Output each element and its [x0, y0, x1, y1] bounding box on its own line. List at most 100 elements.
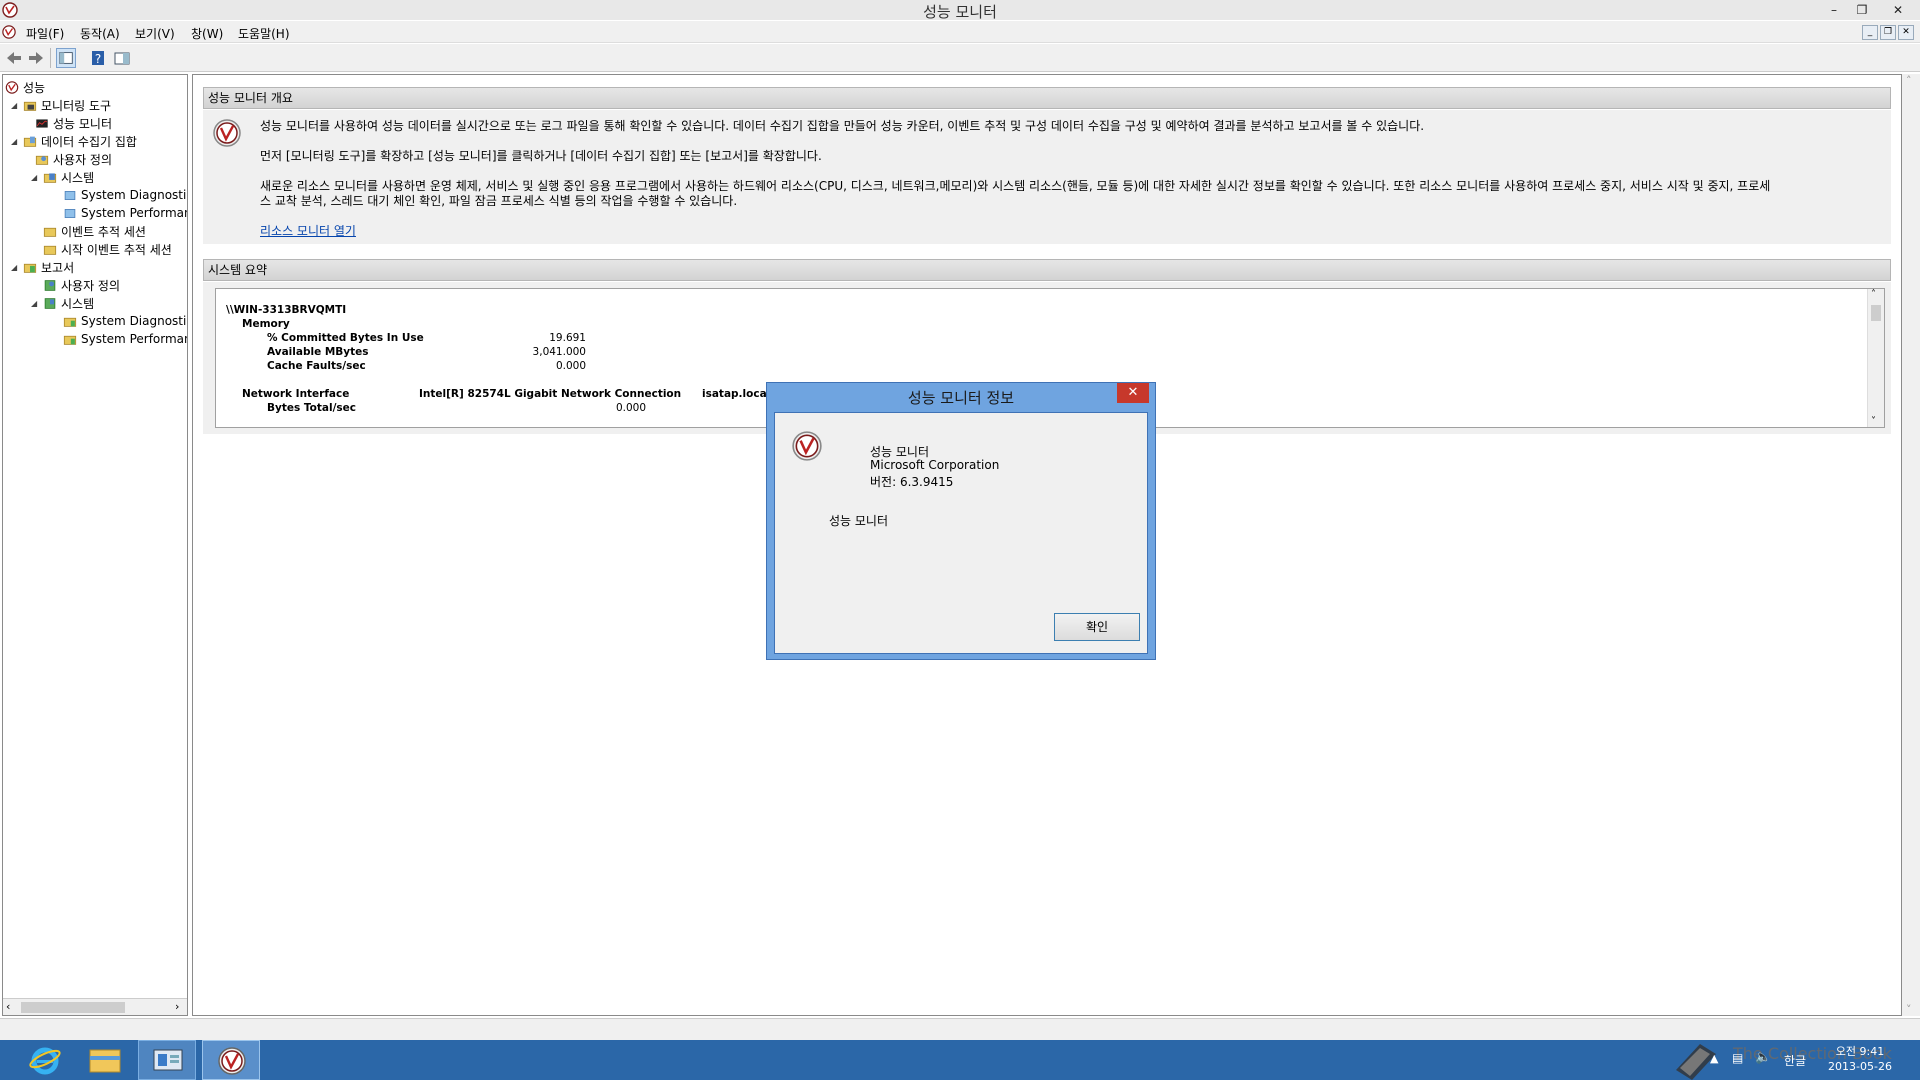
tray-overflow-icon[interactable]: ▲ — [1710, 1052, 1718, 1065]
menu-file[interactable]: 파일(F) — [26, 25, 64, 42]
menu-view[interactable]: 보기(V) — [135, 25, 175, 42]
overview-header: 성능 모니터 개요 — [203, 87, 1891, 109]
scroll-thumb[interactable] — [1871, 305, 1881, 321]
collapse-arrow-icon[interactable]: ◢ — [31, 299, 43, 308]
scroll-right-icon[interactable]: › — [175, 1000, 179, 1013]
minimize-button[interactable]: – — [1820, 0, 1848, 20]
folder-system-icon — [43, 172, 57, 183]
collapse-arrow-icon[interactable]: ◢ — [11, 137, 23, 146]
tree-item-label: 시스템 — [61, 170, 95, 185]
report-folder-icon — [63, 317, 77, 327]
folder-user-icon — [35, 155, 49, 165]
performance-icon — [5, 80, 19, 94]
collapse-arrow-icon[interactable]: ◢ — [31, 173, 43, 182]
folder-icon — [43, 227, 57, 237]
mdi-minimize-button[interactable]: _ — [1862, 25, 1878, 40]
ime-indicator[interactable]: 한글 — [1784, 1052, 1806, 1069]
clock-time: 오전 9:41 — [1835, 1045, 1885, 1058]
taskbar-server-manager[interactable] — [138, 1040, 196, 1080]
tree-item-startup-event-trace-sessions[interactable]: 시작 이벤트 추적 세션 — [43, 240, 172, 258]
network-tray-icon[interactable]: ▤ — [1732, 1051, 1743, 1065]
back-arrow-icon[interactable] — [4, 48, 24, 68]
scroll-up-icon[interactable]: ˄ — [1871, 289, 1876, 300]
show-hide-console-tree-icon[interactable] — [56, 48, 76, 68]
tree-item-system-diagnostics[interactable]: System Diagnostics — [63, 186, 188, 204]
collector-set-icon — [64, 208, 76, 218]
system-summary-header: 시스템 요약 — [203, 259, 1891, 281]
scroll-down-icon[interactable]: ˅ — [1906, 1003, 1912, 1016]
tree-item-user-defined[interactable]: 사용자 정의 — [35, 150, 112, 168]
folder-tools-icon — [23, 101, 37, 111]
restore-button[interactable]: ❐ — [1848, 0, 1876, 20]
status-bar — [0, 1018, 1920, 1040]
tree-item-label: 성능 — [23, 80, 46, 95]
tree-item-data-collector-sets[interactable]: ◢ 데이터 수집기 집합 — [11, 132, 137, 150]
counter-name: Cache Faults/sec — [267, 360, 366, 372]
report-system-icon — [44, 297, 56, 309]
open-resource-monitor-link[interactable]: 리소스 모니터 열기 — [260, 224, 356, 239]
ok-button[interactable]: 확인 — [1054, 613, 1140, 641]
file-explorer-icon — [89, 1049, 121, 1073]
tree-item-system[interactable]: ◢ 시스템 — [31, 168, 94, 186]
mdi-close-button[interactable]: ✕ — [1898, 25, 1914, 40]
machine-name: \\WIN-3313BRVQMTI — [226, 304, 347, 316]
tree-item-label: System Diagnostics — [81, 188, 188, 202]
collapse-arrow-icon[interactable]: ◢ — [11, 101, 23, 110]
tree-item-reports-system-performance[interactable]: System Performance — [63, 330, 187, 348]
toolbar: ? — [0, 44, 1920, 72]
report-user-icon — [44, 279, 56, 291]
help-icon[interactable]: ? — [88, 48, 108, 68]
counter-value: 0.000 — [615, 402, 646, 414]
scroll-down-icon[interactable]: ˅ — [1871, 416, 1876, 427]
tree-item-label: 데이터 수집기 집합 — [41, 134, 137, 149]
about-dialog: 성능 모니터 정보 ✕ 성능 모니터 Microsoft Corporation… — [766, 382, 1156, 660]
folder-icon — [43, 245, 57, 255]
tree-item-reports-system-diagnostics[interactable]: System Diagnostics — [63, 312, 188, 330]
menu-action[interactable]: 동작(A) — [80, 25, 120, 42]
collapse-arrow-icon[interactable]: ◢ — [11, 263, 23, 272]
dialog-title: 성능 모니터 정보 — [907, 389, 1015, 407]
performance-logo-icon — [792, 431, 822, 461]
tree-item-performance[interactable]: 성능 — [5, 78, 45, 96]
main-vertical-scrollbar[interactable]: ˄ ˅ — [1902, 74, 1920, 1016]
scroll-up-icon[interactable]: ˄ — [1906, 74, 1912, 87]
volume-tray-icon[interactable]: 🔈 — [1755, 1050, 1771, 1065]
menu-help[interactable]: 도움말(H) — [238, 25, 290, 42]
summary-vertical-scrollbar[interactable]: ˄ ˅ — [1867, 289, 1884, 427]
overview-body: 성능 모니터를 사용하여 성능 데이터를 실시간으로 또는 로그 파일을 통해 … — [203, 110, 1891, 244]
svg-text:?: ? — [95, 52, 101, 66]
close-button[interactable]: ✕ — [1876, 0, 1920, 20]
tree-item-system-performance[interactable]: System Performance — [63, 204, 187, 222]
scroll-thumb[interactable] — [21, 1002, 125, 1013]
clock[interactable]: 오전 9:41 2013-05-26 — [1820, 1044, 1900, 1074]
tree-item-label: System Diagnostics — [81, 314, 188, 328]
tree-item-reports[interactable]: ◢ 보고서 — [11, 258, 74, 276]
toolbar-separator — [50, 48, 51, 68]
taskbar-file-explorer[interactable] — [76, 1040, 134, 1080]
tree-horizontal-scrollbar[interactable]: ‹ › — [3, 998, 187, 1015]
taskbar: The Collection Book ▲ ▤ 🔈 한글 오전 9:41 201… — [0, 1040, 1920, 1080]
tree-item-label: 시작 이벤트 추적 세션 — [61, 242, 172, 257]
tree-item-label: 사용자 정의 — [53, 152, 113, 167]
mdi-restore-button[interactable]: ❐ — [1880, 25, 1896, 40]
version-text: 버전: 6.3.9415 — [870, 475, 954, 489]
system-menu-icon[interactable] — [2, 25, 16, 39]
tree-item-event-trace-sessions[interactable]: 이벤트 추적 세션 — [43, 222, 146, 240]
menu-window[interactable]: 창(W) — [191, 25, 223, 42]
taskbar-performance-monitor[interactable] — [202, 1040, 260, 1080]
tree-item-reports-system[interactable]: ◢ 시스템 — [31, 294, 94, 312]
tree-item-monitoring-tools[interactable]: ◢ 모니터링 도구 — [11, 96, 111, 114]
clock-date: 2013-05-26 — [1828, 1060, 1892, 1073]
counter-value: 3,041.000 — [532, 346, 586, 358]
overview-paragraph-1: 성능 모니터를 사용하여 성능 데이터를 실시간으로 또는 로그 파일을 통해 … — [260, 119, 1425, 133]
forward-arrow-icon[interactable] — [26, 48, 46, 68]
taskbar-internet-explorer[interactable] — [16, 1040, 74, 1080]
tree-item-label: 모니터링 도구 — [41, 98, 112, 113]
tree-item-reports-user-defined[interactable]: 사용자 정의 — [43, 276, 120, 294]
internet-explorer-icon — [29, 1047, 61, 1075]
show-hide-action-pane-icon[interactable] — [112, 48, 132, 68]
tree-item-performance-monitor[interactable]: 성능 모니터 — [35, 114, 112, 132]
dialog-close-button[interactable]: ✕ — [1117, 383, 1149, 403]
scroll-left-icon[interactable]: ‹ — [6, 1000, 10, 1013]
folder-collector-icon — [23, 136, 37, 147]
